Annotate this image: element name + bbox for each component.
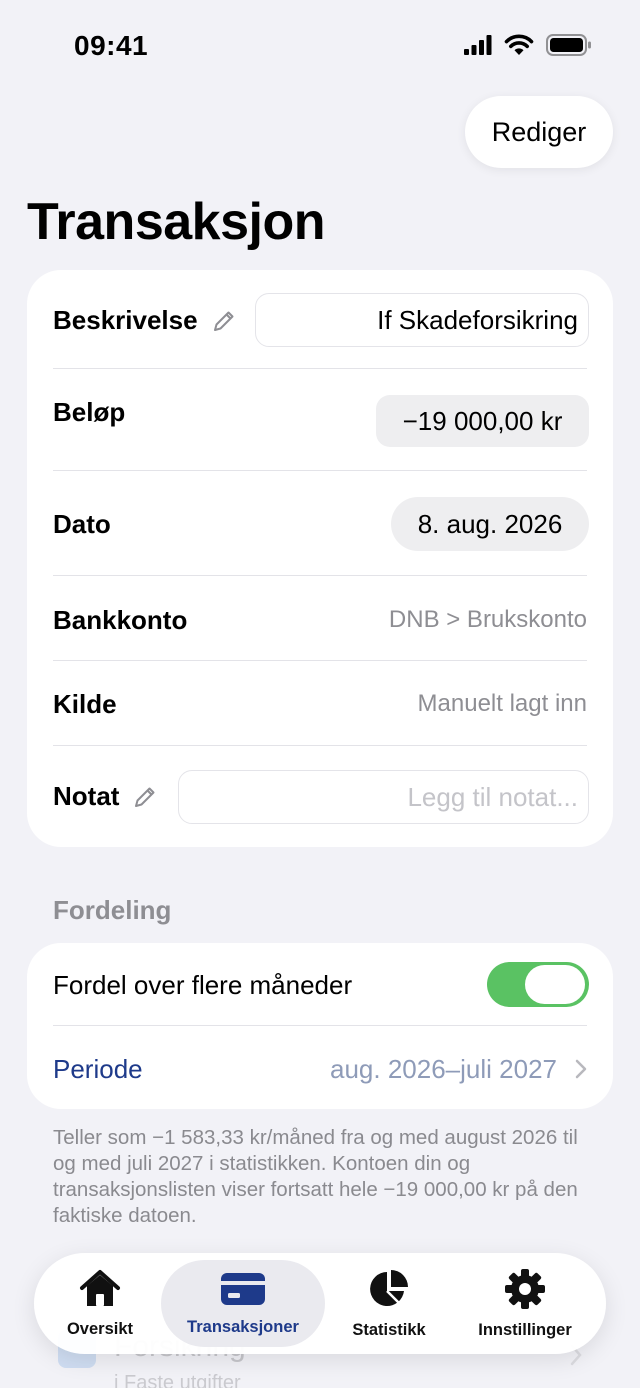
tab-label: Oversikt xyxy=(66,1319,134,1338)
bank-account-label: Bankkonto xyxy=(53,604,188,635)
house-icon xyxy=(78,1269,122,1314)
source-row: Kilde Manuelt lagt inn xyxy=(53,684,587,724)
distribution-section-title: Fordeling xyxy=(53,895,172,925)
bank-account-row: Bankkonto DNB > Brukskonto xyxy=(53,600,587,640)
distribution-footnote: Teller som −1 583,33 kr/måned fra og med… xyxy=(53,1126,578,1227)
amount-label: Beløp xyxy=(53,396,126,427)
cellular-signal-icon xyxy=(464,35,492,60)
tab-settings[interactable]: Innstillinger xyxy=(462,1260,588,1347)
spread-toggle[interactable] xyxy=(487,962,589,1007)
divider xyxy=(53,368,587,369)
pencil-icon xyxy=(212,309,236,333)
period-row[interactable]: Periode aug. 2026–juli 2027 xyxy=(53,1049,587,1089)
edit-button[interactable]: Rediger xyxy=(465,96,613,168)
divider xyxy=(53,660,587,661)
period-value: aug. 2026–juli 2027 xyxy=(330,1053,557,1084)
divider xyxy=(53,745,587,746)
source-label: Kilde xyxy=(53,688,117,719)
transaction-details-card: Beskrivelse If Skadeforsikring Beløp −19… xyxy=(27,270,613,847)
spread-toggle-label: Fordel over flere måneder xyxy=(53,969,353,1000)
battery-icon xyxy=(546,34,592,61)
tab-bar: Oversikt Transaksjoner Statistikk Innsti… xyxy=(34,1253,606,1354)
gear-icon xyxy=(504,1268,546,1315)
tab-label: Innstillinger xyxy=(478,1320,572,1339)
toggle-knob xyxy=(525,965,585,1004)
tab-label: Transaksjoner xyxy=(187,1317,299,1336)
tab-transactions[interactable]: Transaksjoner xyxy=(161,1260,325,1347)
divider xyxy=(53,1025,587,1026)
chevron-right-icon xyxy=(575,1059,587,1084)
tab-statistics[interactable]: Statistikk xyxy=(339,1260,439,1347)
tab-label: Statistikk xyxy=(352,1320,426,1339)
date-picker[interactable]: 8. aug. 2026 xyxy=(391,497,589,551)
status-icons xyxy=(464,34,592,61)
distribution-card: Fordel over flere måneder Periode aug. 2… xyxy=(27,943,613,1109)
card-icon xyxy=(220,1271,266,1312)
tab-overview[interactable]: Oversikt xyxy=(52,1260,148,1347)
note-input[interactable]: Legg til notat... xyxy=(178,770,589,824)
page-title: Transaksjon xyxy=(27,193,325,251)
bank-account-value: DNB > Brukskonto xyxy=(388,606,587,633)
pie-chart-icon xyxy=(368,1268,410,1315)
wifi-icon xyxy=(504,34,534,61)
pencil-icon xyxy=(133,785,157,809)
note-label: Notat xyxy=(53,781,120,811)
amount-field[interactable]: −19 000,00 kr xyxy=(376,395,589,447)
divider xyxy=(53,470,587,471)
source-value: Manuelt lagt inn xyxy=(417,690,587,717)
period-label: Periode xyxy=(53,1053,143,1084)
status-bar: 09:41 xyxy=(0,0,640,90)
description-input[interactable]: If Skadeforsikring xyxy=(255,293,589,347)
divider xyxy=(53,575,587,576)
background-category-subtitle: i Faste utgifter xyxy=(114,1372,241,1388)
status-time: 09:41 xyxy=(74,30,149,61)
date-label: Dato xyxy=(53,508,111,539)
description-label: Beskrivelse xyxy=(53,305,198,335)
